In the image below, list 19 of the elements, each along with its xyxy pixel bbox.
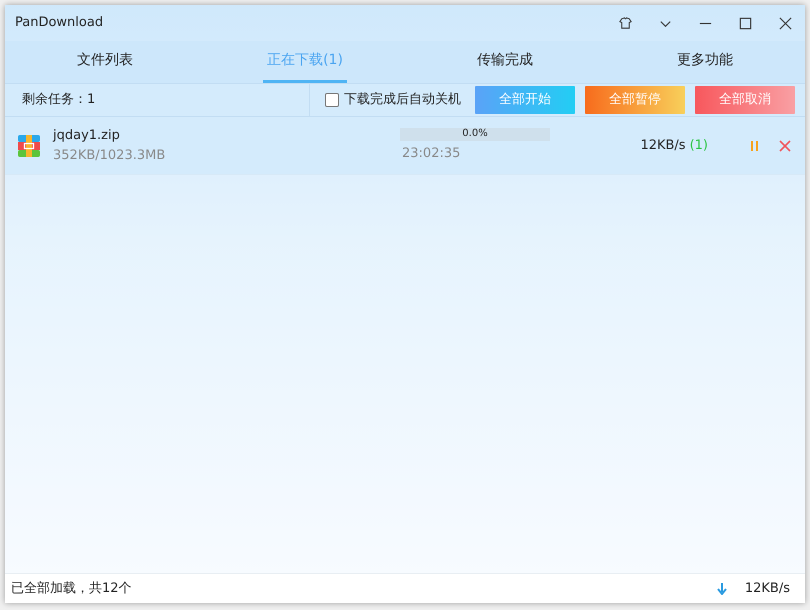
download-speed: 12KB/s [640,138,686,153]
connection-count: (1) [690,138,708,153]
download-arrow-icon [716,582,727,594]
tab[interactable]: 传输完成 [473,41,537,83]
window-title: PanDownload [15,14,104,32]
total-speed: 12KB/s [744,580,790,598]
file-name: jqday1.zip [53,127,121,145]
status-text: 已全部加载，共12个 [11,580,132,598]
archive-icon [18,134,40,156]
progress-percent: 0.0% [461,126,489,141]
file-size: 352KB/1023.3MB [53,146,166,164]
tab[interactable]: 文件列表 [73,41,137,83]
shutdown-checkbox[interactable]: 下载完成后自动关机 [325,90,461,110]
close-icon[interactable] [778,16,792,30]
remaining-tasks-label: 剩余任务：1 [22,91,96,110]
remaining-time: 23:02:35 [402,144,462,163]
tab[interactable]: 更多功能 [673,41,737,83]
skin-icon[interactable] [618,16,632,30]
maximize-icon[interactable] [738,16,752,30]
